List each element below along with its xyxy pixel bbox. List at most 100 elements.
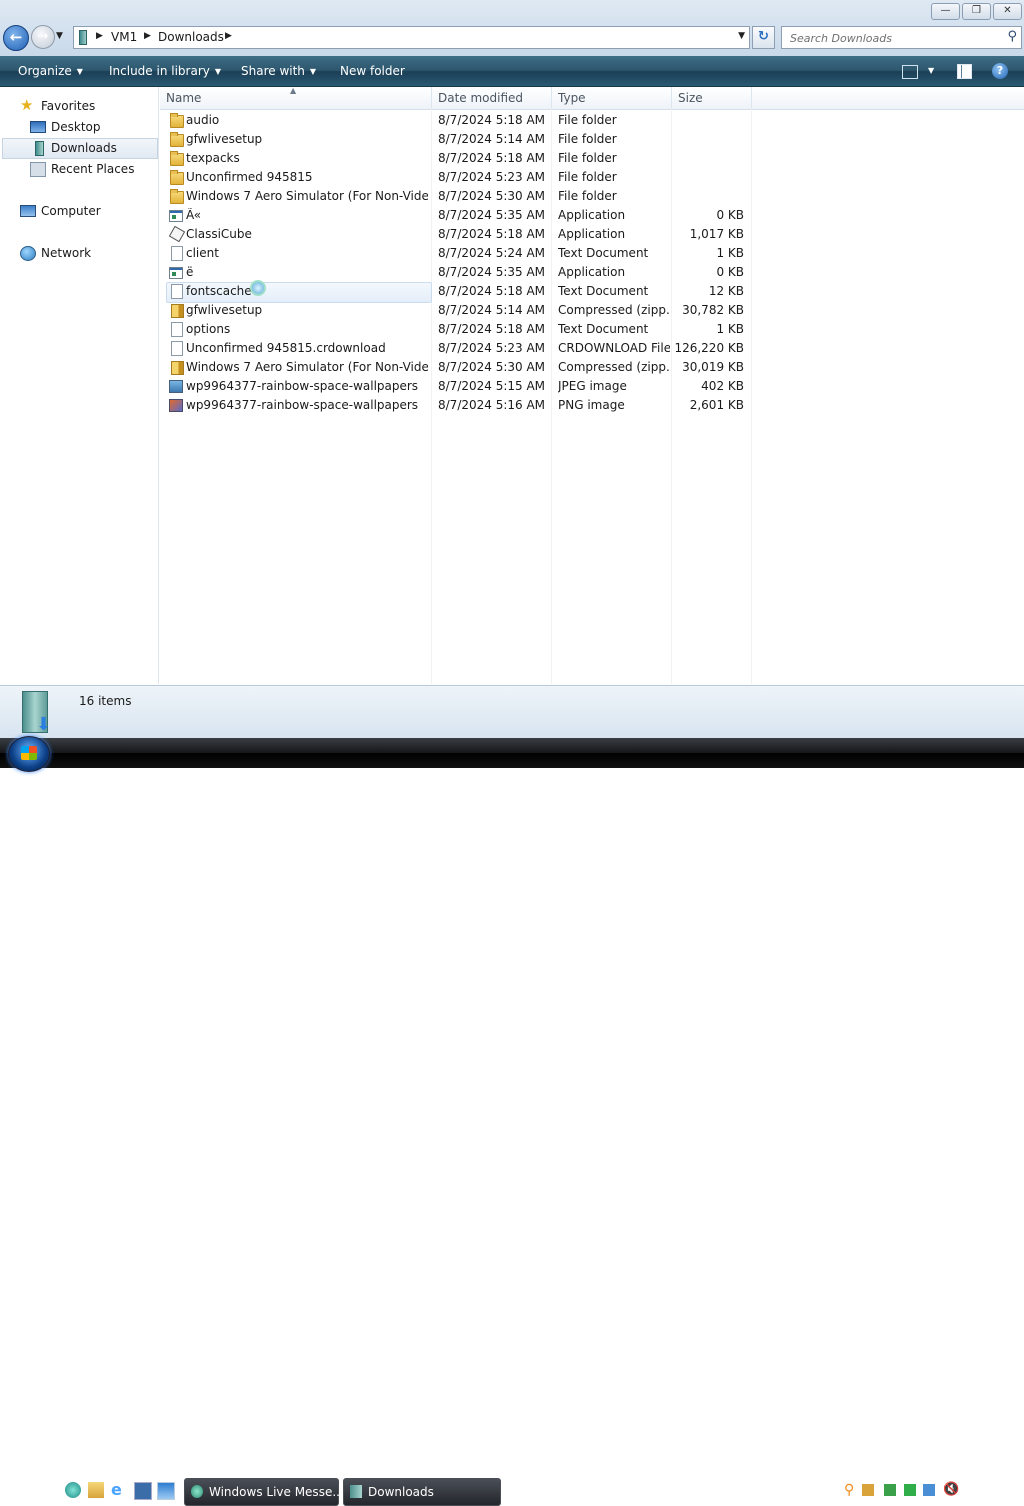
maximize-button[interactable]: ❐: [962, 3, 991, 20]
organize-menu[interactable]: Organize ▼: [18, 64, 83, 78]
file-size: 126,220 KB: [674, 341, 744, 355]
messenger-quicklaunch-icon[interactable]: [65, 1482, 81, 1498]
network-tray-icon[interactable]: [923, 1484, 935, 1496]
file-row[interactable]: wp9964377-rainbow-space-wallpapers 8/7/20…: [160, 377, 750, 396]
chevron-down-icon[interactable]: ▼: [928, 66, 934, 75]
close-button[interactable]: ✕: [993, 3, 1022, 20]
file-type: JPEG image: [558, 379, 627, 393]
new-folder-button[interactable]: New folder: [340, 64, 405, 78]
file-type: File folder: [558, 132, 617, 146]
png-image-icon: [169, 399, 183, 412]
search-icon[interactable]: ⚲: [1007, 29, 1017, 44]
download-arrow-icon: ⬇: [36, 714, 52, 735]
language-indicator[interactable]: EN: [796, 1484, 813, 1498]
file-row[interactable]: Windows 7 Aero Simulator (For Non-Video …: [160, 358, 750, 377]
column-header-type[interactable]: Type: [552, 87, 672, 109]
file-size: 0 KB: [716, 265, 744, 279]
column-header-size[interactable]: Size: [672, 87, 752, 109]
chevron-down-icon: ▼: [309, 67, 317, 76]
file-row[interactable]: audio 8/7/2024 5:18 AM File folder: [160, 111, 750, 130]
file-date: 8/7/2024 5:24 AM: [438, 246, 546, 260]
task-windows-live-messenger[interactable]: Windows Live Messe...: [184, 1478, 344, 1506]
show-hidden-icons-icon[interactable]: ❯: [825, 1483, 834, 1496]
file-type: Text Document: [558, 246, 649, 260]
file-type: File folder: [558, 170, 617, 184]
file-date: 8/7/2024 5:14 AM: [438, 132, 546, 146]
internet-explorer-icon[interactable]: e: [111, 1482, 127, 1498]
address-bar[interactable]: ▶ VM1 ▶ Downloads ▶ ▼: [73, 26, 750, 49]
column-header-date[interactable]: Date modified: [432, 87, 552, 109]
nav-label: Computer: [41, 204, 101, 218]
tray-app-icon[interactable]: [884, 1484, 896, 1496]
search-box[interactable]: ⚲: [781, 26, 1022, 49]
file-name: gfwlivesetup: [186, 303, 263, 317]
file-row[interactable]: texpacks 8/7/2024 5:18 AM File folder: [160, 149, 750, 168]
desktop-icon: [30, 121, 46, 133]
file-row[interactable]: ClassiCube 8/7/2024 5:18 AM Application 1,0…: [160, 225, 750, 244]
nav-item-network[interactable]: Network: [0, 244, 156, 263]
preview-pane-icon[interactable]: [957, 64, 972, 79]
refresh-button[interactable]: ↻: [752, 26, 775, 49]
column-header-row: Name ▲ Date modified Type Size: [160, 86, 1024, 110]
nav-item-downloads[interactable]: Downloads: [2, 138, 158, 159]
file-row[interactable]: gfwlivesetup 8/7/2024 5:14 AM Compressed (…: [160, 301, 750, 320]
taskbar: e Windows Live Messe... Downloads EN ❯ ⚲…: [0, 738, 1024, 1506]
file-type: File folder: [558, 151, 617, 165]
volume-muted-icon[interactable]: 🔇: [943, 1483, 959, 1496]
clock[interactable]: 5:40 AM: [966, 1484, 1015, 1498]
breadcrumb-arrow-icon[interactable]: ▶: [96, 31, 103, 41]
file-row[interactable]: Ã« 8/7/2024 5:35 AM Application 0 KB: [160, 206, 750, 225]
breadcrumb-arrow-icon[interactable]: ▶: [225, 31, 232, 41]
nav-item-computer[interactable]: Computer: [0, 202, 156, 221]
file-row[interactable]: gfwlivesetup 8/7/2024 5:14 AM File folder: [160, 130, 750, 149]
minimize-button[interactable]: —: [931, 3, 960, 20]
file-row[interactable]: options 8/7/2024 5:18 AM Text Document 1 KB: [160, 320, 750, 339]
start-button[interactable]: [8, 736, 50, 772]
file-name: texpacks: [186, 151, 240, 165]
application-icon: [169, 267, 183, 279]
forward-button[interactable]: →: [31, 25, 55, 49]
file-row[interactable]: fontscache 8/7/2024 5:18 AM Text Document 1…: [160, 282, 750, 301]
back-button[interactable]: ←: [3, 25, 29, 51]
include-in-library-menu[interactable]: Include in library ▼: [109, 64, 221, 78]
search-input[interactable]: [788, 29, 997, 47]
show-desktop-icon[interactable]: [157, 1482, 175, 1500]
address-dropdown-icon[interactable]: ▼: [738, 31, 745, 41]
tray-app-icon[interactable]: [904, 1484, 916, 1496]
column-header-name[interactable]: Name ▲: [160, 86, 432, 109]
file-date: 8/7/2024 5:16 AM: [438, 398, 546, 412]
command-bar: Organize ▼ Include in library ▼ Share with…: [0, 56, 1024, 87]
share-with-menu[interactable]: Share with ▼: [241, 64, 316, 78]
share-label: Share with: [241, 64, 305, 78]
breadcrumb-vm1[interactable]: VM1: [111, 30, 137, 44]
jpeg-image-icon: [169, 380, 183, 393]
switch-windows-icon[interactable]: [134, 1482, 152, 1500]
change-view-icon[interactable]: [902, 65, 918, 79]
nav-item-favorites[interactable]: ★ Favorites: [0, 97, 156, 116]
folder-icon: [170, 132, 184, 147]
item-count: 16 items: [79, 694, 132, 708]
breadcrumb-arrow-icon[interactable]: ▶: [144, 31, 151, 41]
nav-item-recent-places[interactable]: Recent Places: [0, 160, 156, 179]
file-row[interactable]: Unconfirmed 945815 8/7/2024 5:23 AM File f…: [160, 168, 750, 187]
file-row[interactable]: client 8/7/2024 5:24 AM Text Document 1 KB: [160, 244, 750, 263]
file-date: 8/7/2024 5:23 AM: [438, 170, 546, 184]
nav-item-desktop[interactable]: Desktop: [0, 118, 156, 137]
zip-folder-icon: [171, 304, 184, 318]
breadcrumb-downloads[interactable]: Downloads: [158, 30, 224, 44]
file-row[interactable]: ë 8/7/2024 5:35 AM Application 0 KB: [160, 263, 750, 282]
file-size: 1 KB: [716, 322, 744, 336]
explorer-quicklaunch-icon[interactable]: [88, 1482, 104, 1498]
file-row[interactable]: wp9964377-rainbow-space-wallpapers 8/7/20…: [160, 396, 750, 415]
file-row[interactable]: Windows 7 Aero Simulator (For Non-Video …: [160, 187, 750, 206]
recent-pages-dropdown-icon[interactable]: ▼: [56, 31, 63, 41]
chevron-down-icon: ▼: [214, 67, 222, 76]
file-row[interactable]: Unconfirmed 945815.crdownload 8/7/2024 5:…: [160, 339, 750, 358]
column-label: Type: [558, 91, 586, 105]
task-downloads[interactable]: Downloads: [343, 1478, 501, 1506]
help-icon[interactable]: ?: [992, 63, 1008, 79]
file-name: Windows 7 Aero Simulator (For Non-Video …: [186, 189, 428, 203]
file-type: Application: [558, 227, 626, 241]
search-tray-icon[interactable]: ⚲: [844, 1483, 856, 1497]
tray-app-icon[interactable]: [862, 1484, 874, 1496]
